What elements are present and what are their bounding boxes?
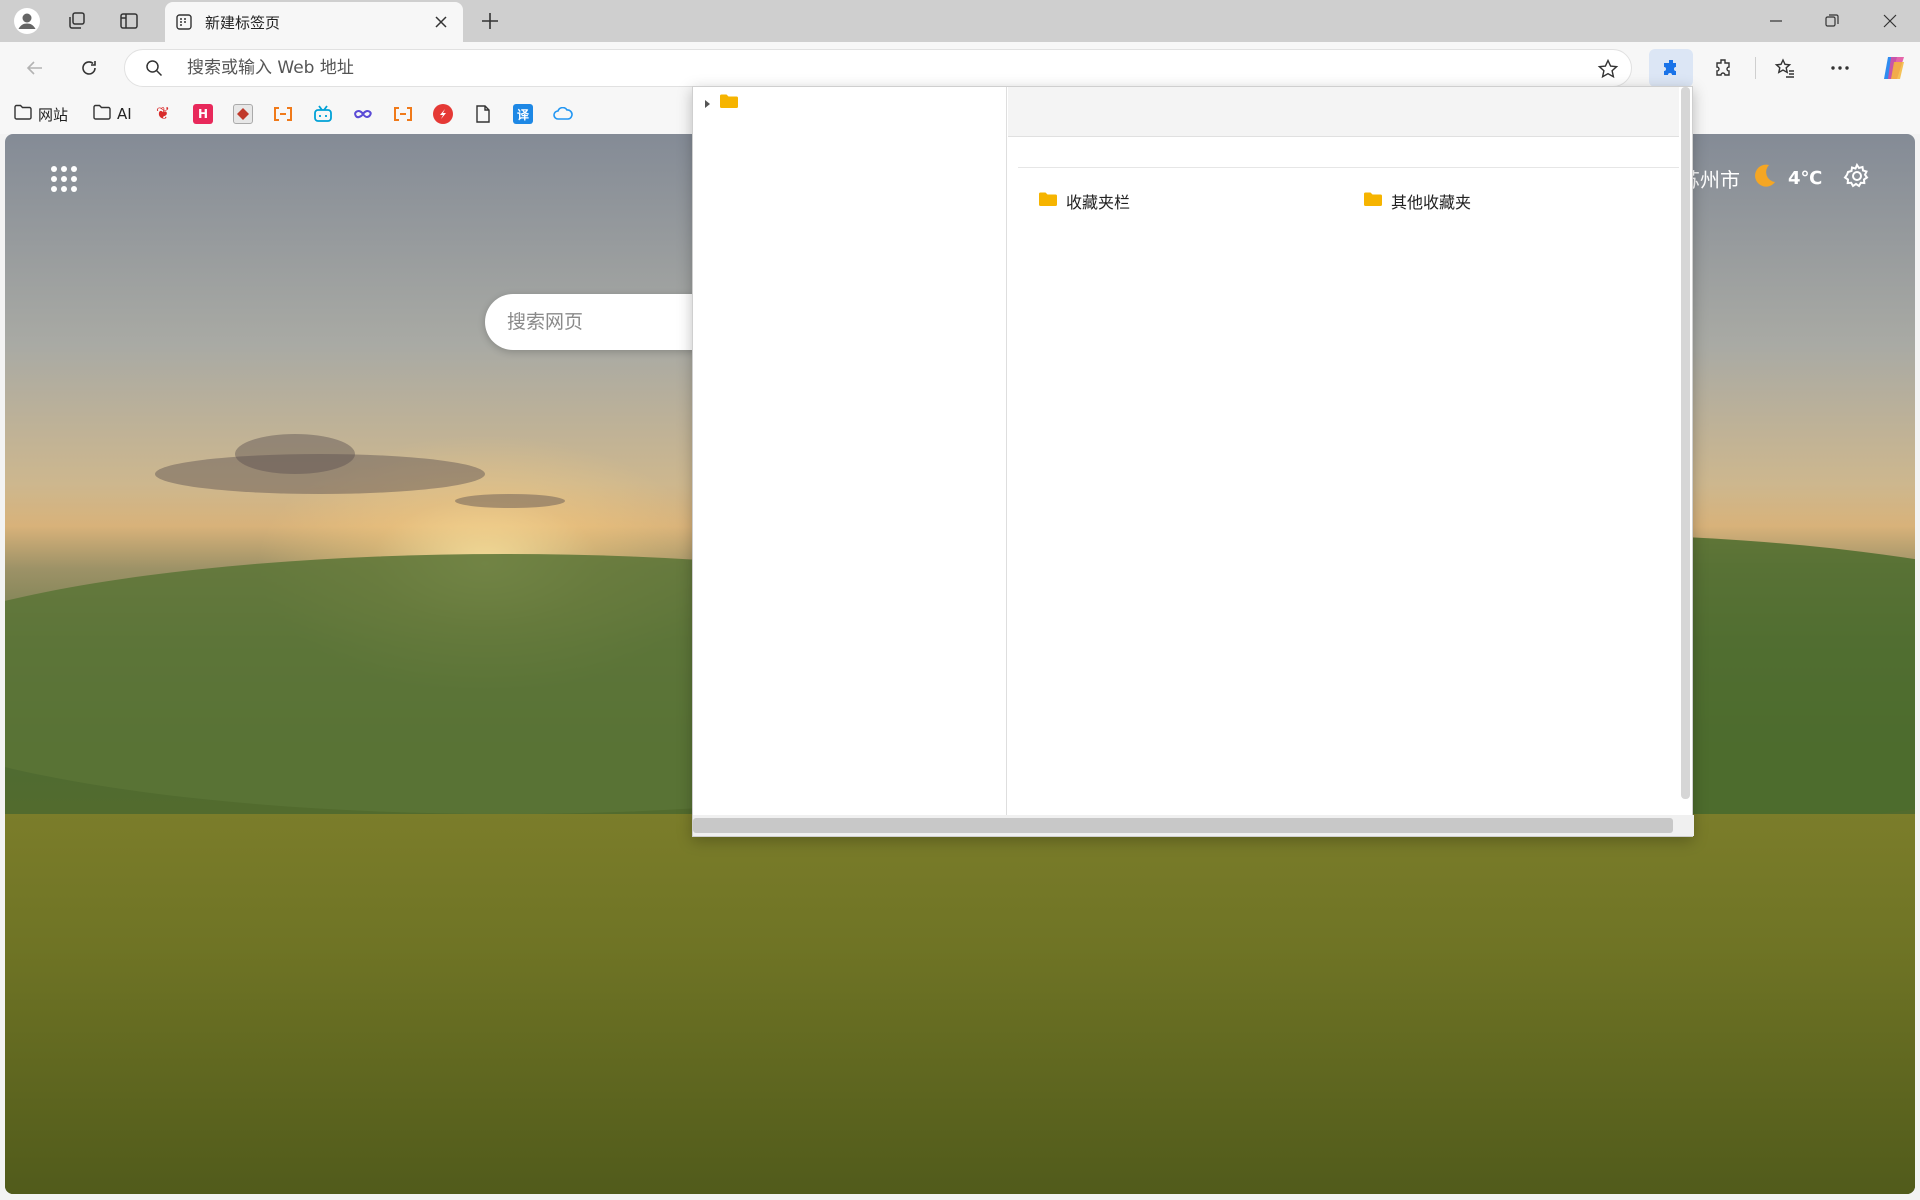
tab-close-icon[interactable] (427, 8, 455, 36)
bookmark-doc[interactable] (473, 100, 493, 128)
weather-temp: 4℃ (1788, 168, 1823, 189)
add-favorite-icon[interactable] (1597, 58, 1619, 84)
folder-icon (1038, 191, 1058, 211)
apps-launcher-icon[interactable] (45, 160, 81, 196)
restore-icon[interactable] (1804, 0, 1860, 42)
cloud-shape (235, 434, 355, 474)
bookmark-red-circle[interactable] (433, 100, 453, 128)
back-button[interactable] (17, 50, 53, 86)
folder-item-label: 其他收藏夹 (1391, 193, 1472, 212)
new-tab-button[interactable] (474, 6, 506, 36)
bookmark-folder-label: AI (117, 105, 132, 123)
extension-active-button[interactable] (1649, 49, 1693, 87)
bookmark-h-icon: H (193, 104, 213, 124)
cloud-shape (455, 494, 565, 508)
bookmark-app-1-icon: ❦ (155, 104, 171, 124)
bookmark-folder-ai[interactable]: AI (92, 100, 132, 128)
folder-icon (1363, 191, 1383, 211)
horizontal-scrollbar[interactable] (693, 815, 1694, 836)
bookmark-orange-1-icon (273, 104, 293, 124)
moon-icon (1750, 162, 1778, 195)
pane-divider (1018, 167, 1679, 168)
copilot-icon[interactable] (1876, 50, 1912, 86)
title-bar: 新建标签页 (0, 0, 1920, 42)
address-bar[interactable] (124, 49, 1632, 87)
bookmark-bilibili[interactable] (313, 100, 333, 128)
bookmark-folder-label: 网站 (38, 105, 69, 124)
folder-item-label: 收藏夹栏 (1066, 193, 1131, 212)
folder-tree (693, 87, 1007, 817)
toolbar-separator (1755, 57, 1756, 79)
tab-title: 新建标签页 (205, 14, 281, 32)
profile-icon[interactable] (12, 6, 42, 36)
bookmark-red-circle-icon (433, 104, 453, 124)
bilibili-icon (313, 104, 333, 124)
bookmark-infinity[interactable] (353, 100, 373, 128)
folder-icon (719, 93, 739, 113)
flower-field (5, 814, 1915, 1194)
tab-new-tab[interactable]: 新建标签页 (165, 2, 463, 42)
folder-icon (13, 103, 33, 125)
bookmark-orange-2[interactable] (393, 100, 413, 128)
workspaces-icon[interactable] (62, 6, 92, 36)
tree-root-row[interactable] (703, 93, 739, 113)
bookmark-app-1[interactable]: ❦ (153, 100, 173, 128)
bookmark-manager-popup: 收藏夹栏 其他收藏夹 (692, 86, 1694, 837)
bookmark-h[interactable]: H (193, 100, 213, 128)
document-icon (473, 104, 493, 124)
minimize-icon[interactable] (1748, 0, 1804, 42)
folder-item-other-favorites[interactable]: 其他收藏夹 (1363, 189, 1471, 213)
settings-gear-icon[interactable] (1843, 162, 1871, 194)
vertical-tabs-icon[interactable] (114, 6, 144, 36)
infinity-icon (353, 104, 373, 124)
vertical-scrollbar[interactable] (1681, 87, 1690, 799)
bookmark-orange-1[interactable] (273, 100, 293, 128)
bookmark-translate[interactable]: 译 (513, 100, 533, 128)
folder-icon (92, 103, 112, 125)
pane-header (1008, 87, 1679, 137)
bookmark-cloud[interactable] (553, 100, 573, 128)
weather-widget[interactable]: 苏州市 4℃ (1680, 162, 1822, 195)
translate-icon: 译 (513, 104, 533, 124)
bookmark-red-icon (233, 104, 253, 124)
new-tab-page-icon (175, 13, 193, 35)
cloud-icon (553, 104, 573, 124)
window-close-icon[interactable] (1862, 0, 1918, 42)
bookmark-orange-2-icon (393, 104, 413, 124)
favorites-button[interactable] (1767, 50, 1803, 86)
bookmark-folder-websites[interactable]: 网站 (13, 100, 68, 128)
address-input[interactable] (185, 55, 1485, 81)
horizontal-scrollbar-thumb[interactable] (693, 818, 1673, 833)
refresh-button[interactable] (71, 50, 107, 86)
more-menu-button[interactable] (1822, 50, 1858, 86)
search-icon (145, 59, 163, 81)
folder-item-favorites-bar[interactable]: 收藏夹栏 (1038, 189, 1130, 213)
bookmark-red[interactable] (233, 100, 253, 128)
expand-caret-icon[interactable] (703, 94, 711, 113)
extensions-button[interactable] (1706, 50, 1742, 86)
